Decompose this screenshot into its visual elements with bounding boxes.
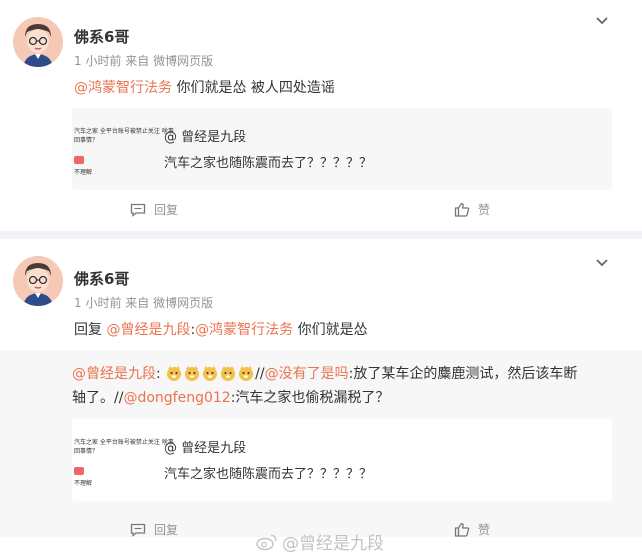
mention-link[interactable]: @鸿蒙智行法务: [195, 322, 293, 338]
doge-emoji-icon: [185, 366, 200, 381]
weibo-comment-card: 佛系6哥 1 小时前 来自 微博网页版 @鸿蒙智行法务 你们就是怂 被人四处造谣…: [0, 0, 642, 231]
reply-label: 回复: [154, 523, 179, 537]
weibo-watermark: @曾经是九段: [256, 529, 384, 554]
quoted-post[interactable]: 汽车之家 全平台账号被禁止关注 啥事 回事情？ 不理解 @ 曾经是九段 汽车之家…: [72, 108, 612, 190]
thumbs-up-icon: [454, 522, 470, 537]
thumb-avatar: [74, 467, 84, 475]
like-label: 赞: [478, 203, 491, 217]
repost-text: :放了某车企的麋鹿测试，然后该车断: [348, 366, 578, 382]
thumb-avatar: [74, 156, 84, 164]
watermark-text: @曾经是九段: [282, 534, 384, 554]
separator: :: [156, 366, 161, 382]
doge-emoji-icon: [203, 366, 218, 381]
mention-link[interactable]: @曾经是九段: [72, 366, 156, 382]
reply-button[interactable]: 回复: [130, 521, 178, 538]
reply-button[interactable]: 回复: [130, 201, 178, 218]
quoted-thumbnail[interactable]: 汽车之家 全平台账号被禁止关注 啥事 回事情？ 不理解: [72, 108, 174, 190]
comment-body: 你们就是怂 被人四处造谣: [172, 80, 335, 96]
comment-icon: [130, 523, 146, 537]
like-button[interactable]: 赞: [454, 201, 490, 218]
mention-link[interactable]: @没有了是吗: [265, 366, 349, 382]
comment-text: @鸿蒙智行法务 你们就是怂 被人四处造谣: [74, 77, 335, 97]
thumbs-up-icon: [454, 202, 470, 217]
reply-prefix: 回复: [74, 322, 102, 338]
doge-emoji-icon: [167, 366, 182, 381]
cartoon-avatar-icon: [13, 256, 63, 306]
author-name[interactable]: 佛系6哥: [74, 26, 129, 47]
thumb-title: 汽车之家 全平台账号被禁止关注 啥事: [74, 128, 174, 135]
like-button[interactable]: 赞: [454, 521, 490, 538]
chevron-down-icon[interactable]: [594, 257, 610, 269]
thumb-reply: 不理解: [74, 169, 93, 176]
thumb-title: 汽车之家 全平台账号被禁止关注 啥事: [74, 439, 174, 446]
cartoon-avatar-icon: [13, 17, 63, 67]
quoted-post[interactable]: 汽车之家 全平台账号被禁止关注 啥事 回事情？ 不理解 @ 曾经是九段 汽车之家…: [72, 419, 612, 501]
like-label: 赞: [478, 523, 491, 537]
repost-text: :汽车之家也偷税漏税了？: [230, 390, 390, 406]
doge-emoji-icon: [221, 366, 236, 381]
author-name[interactable]: 佛系6哥: [74, 268, 129, 289]
repost-chain-line2: 轴了。//@dongfeng012:汽车之家也偷税漏税了？: [72, 387, 389, 407]
post-meta: 1 小时前 来自 微博网页版: [74, 54, 214, 68]
quoted-text: 汽车之家也随陈震而去了？？？？？: [164, 156, 373, 171]
comment-text: 回复 @曾经是九段:@鸿蒙智行法务 你们就是怂: [74, 319, 368, 339]
thumb-sub: 回事情？: [74, 137, 99, 144]
avatar[interactable]: [13, 17, 63, 67]
repost-text: 轴了。//: [72, 390, 124, 406]
repost-chain-line1: @曾经是九段: //@没有了是吗:放了某车企的麋鹿测试，然后该车断: [72, 363, 577, 383]
repost-separator: //: [255, 366, 265, 382]
chevron-down-icon[interactable]: [594, 15, 610, 27]
weibo-logo-icon: [256, 533, 277, 550]
avatar[interactable]: [13, 256, 63, 306]
quoted-text: 汽车之家也随陈震而去了？？？？？: [164, 467, 373, 482]
comment-body: 你们就是怂: [293, 322, 368, 338]
reply-label: 回复: [154, 203, 179, 217]
quoted-author[interactable]: @ 曾经是九段: [164, 126, 246, 145]
comment-icon: [130, 203, 146, 217]
quoted-thumbnail[interactable]: 汽车之家 全平台账号被禁止关注 啥事 回事情？ 不理解: [72, 419, 174, 501]
thumb-reply: 不理解: [74, 480, 93, 487]
doge-emoji-icon: [239, 366, 254, 381]
post-meta: 1 小时前 来自 微博网页版: [74, 296, 214, 310]
mention-link[interactable]: @鸿蒙智行法务: [74, 80, 172, 96]
quoted-author[interactable]: @ 曾经是九段: [164, 437, 246, 456]
mention-link[interactable]: @曾经是九段: [106, 322, 190, 338]
thumb-sub: 回事情？: [74, 448, 99, 455]
mention-link[interactable]: @dongfeng012: [123, 390, 230, 406]
